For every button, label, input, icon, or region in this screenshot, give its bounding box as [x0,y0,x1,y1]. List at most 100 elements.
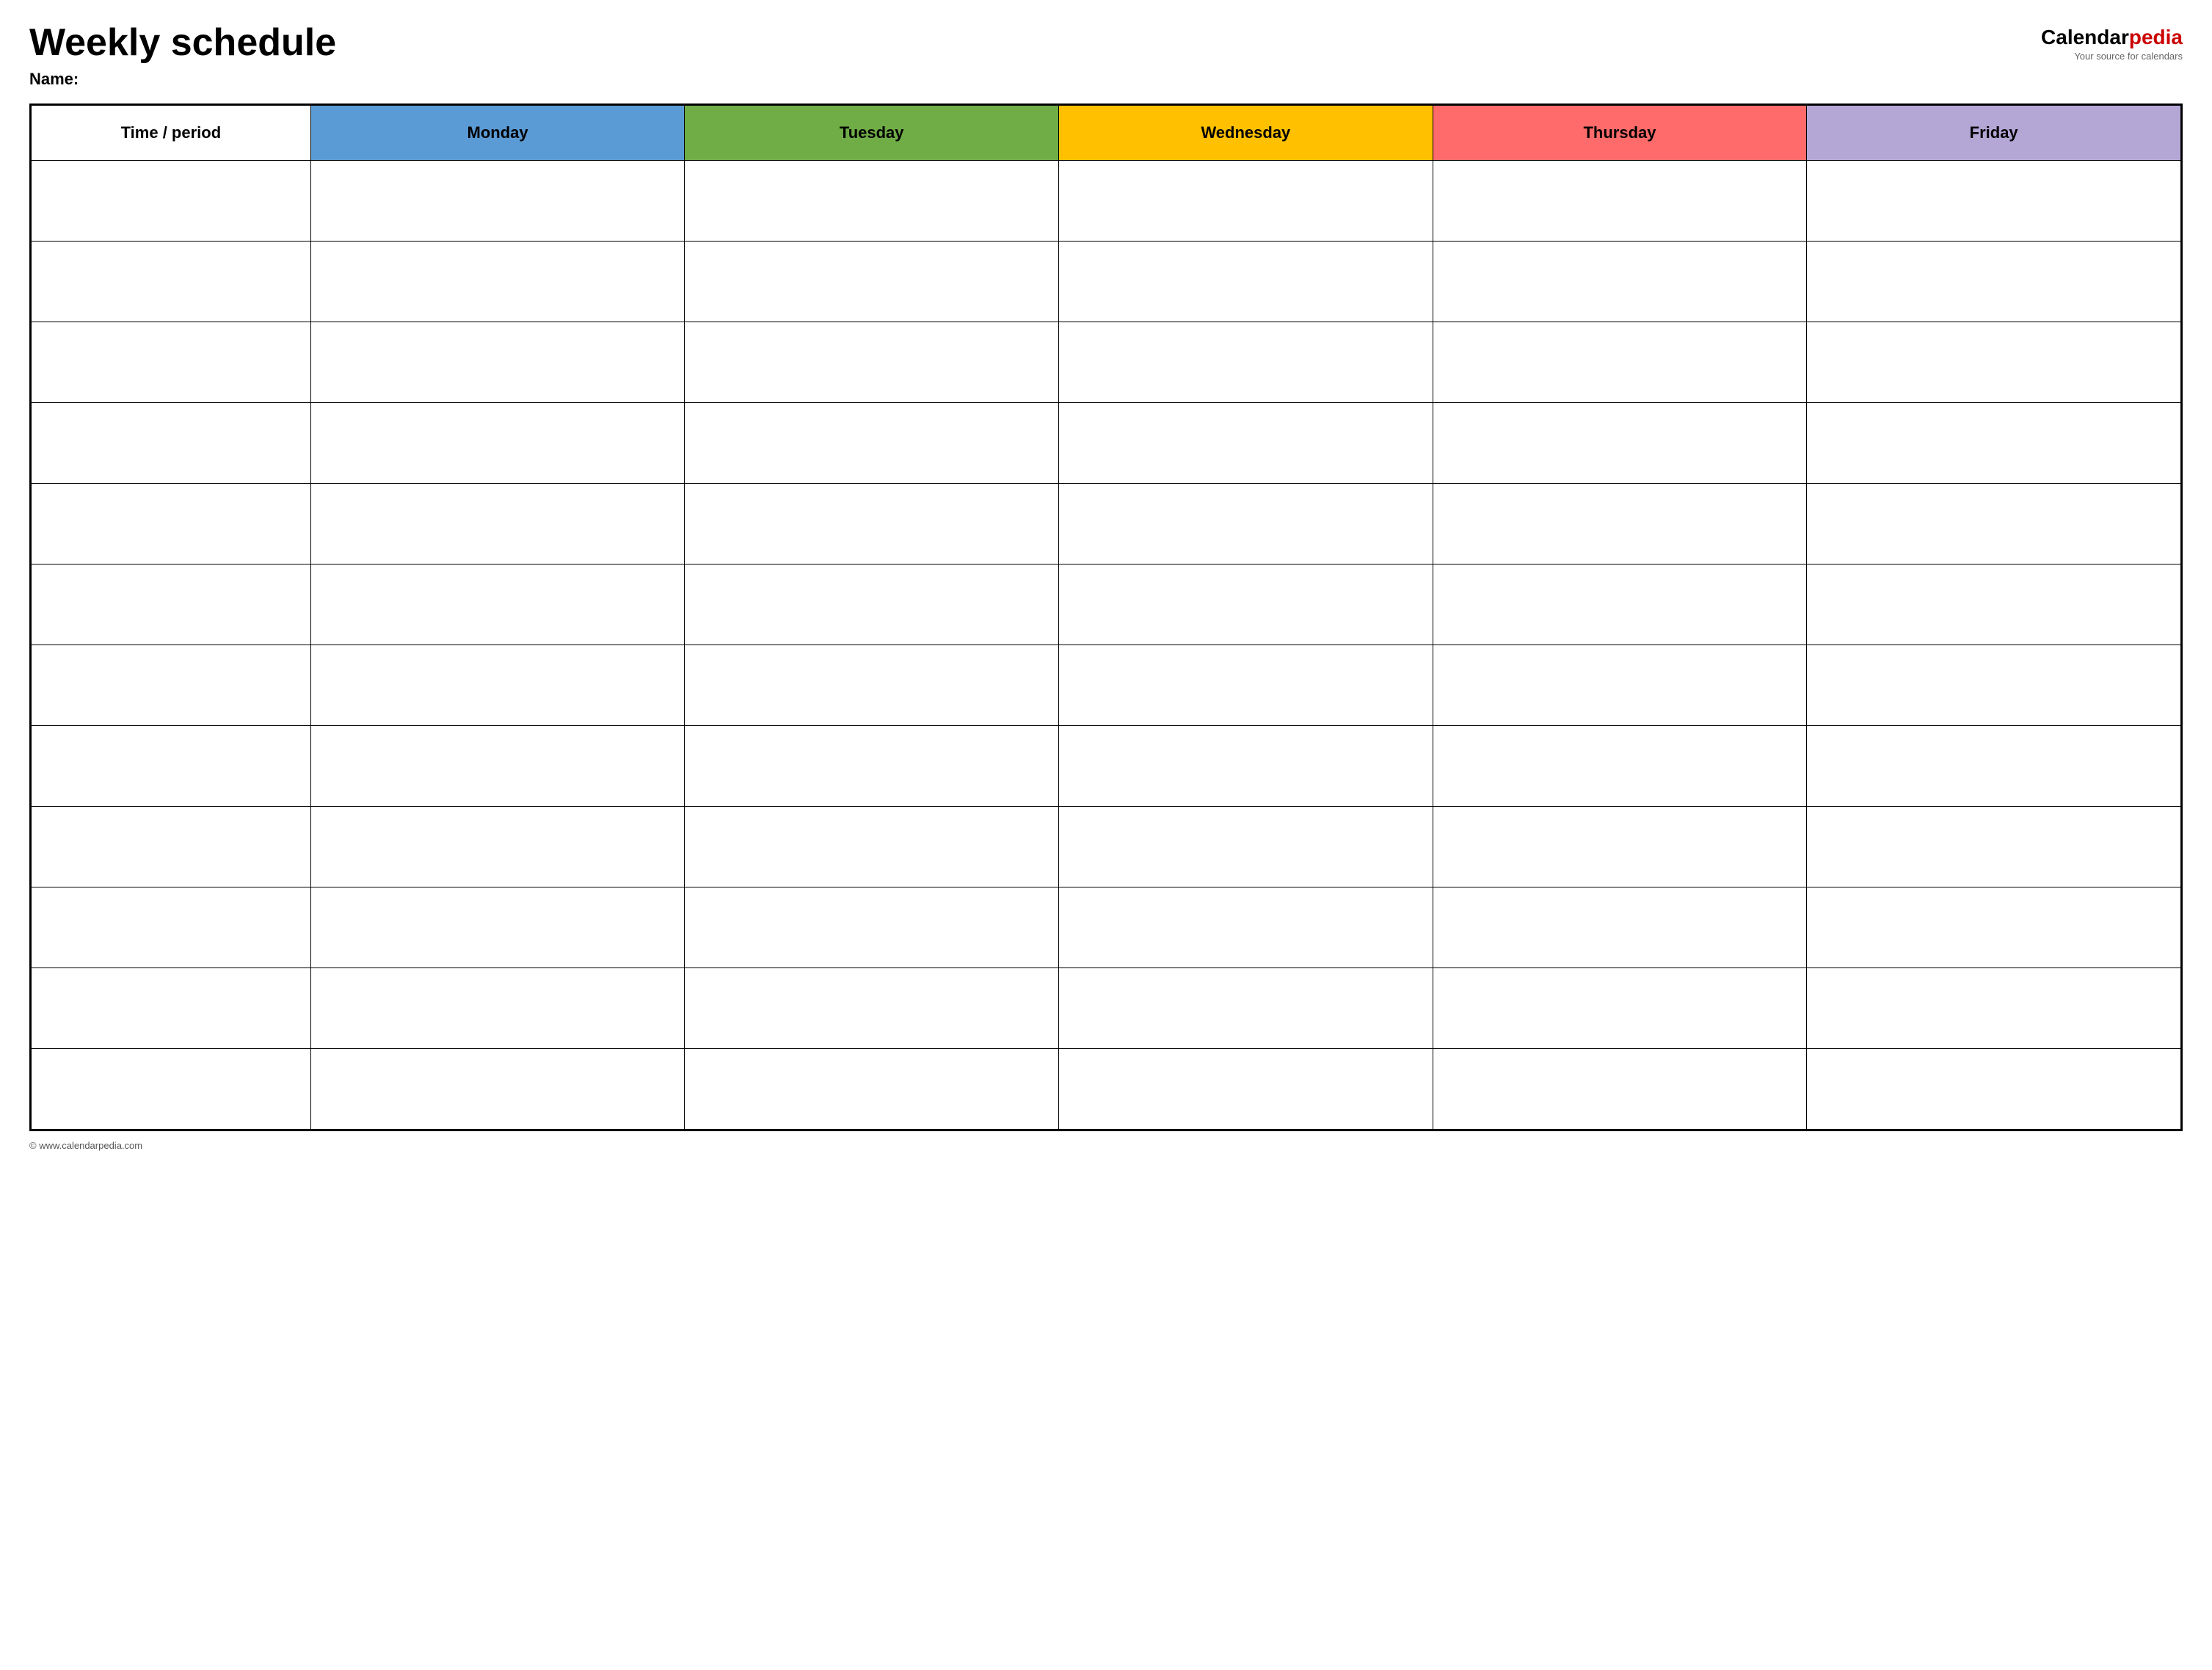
schedule-cell[interactable] [1433,726,1807,807]
schedule-cell[interactable] [1807,242,2181,322]
schedule-cell[interactable] [1433,484,1807,564]
schedule-cell[interactable] [1059,1049,1433,1130]
schedule-cell[interactable] [1059,887,1433,968]
schedule-cell[interactable] [1059,242,1433,322]
table-row [32,887,2181,968]
schedule-cell[interactable] [310,564,685,645]
schedule-cell[interactable] [685,484,1059,564]
logo-calendar: Calendar [2041,26,2129,48]
logo-section: Calendarpedia Your source for calendars [2041,22,2183,62]
schedule-cell[interactable] [1433,1049,1807,1130]
schedule-cell[interactable] [310,242,685,322]
table-row [32,726,2181,807]
logo-pedia: pedia [2129,26,2183,48]
time-cell[interactable] [32,1049,311,1130]
table-row [32,484,2181,564]
schedule-cell[interactable] [310,807,685,887]
schedule-cell[interactable] [310,484,685,564]
schedule-cell[interactable] [1807,322,2181,403]
schedule-cell[interactable] [685,564,1059,645]
schedule-cell[interactable] [1807,807,2181,887]
schedule-cell[interactable] [1807,1049,2181,1130]
time-cell[interactable] [32,807,311,887]
schedule-cell[interactable] [1433,322,1807,403]
schedule-cell[interactable] [1433,645,1807,726]
schedule-cell[interactable] [310,726,685,807]
logo-text: Calendarpedia [2041,26,2183,49]
schedule-cell[interactable] [1433,807,1807,887]
schedule-cell[interactable] [1059,161,1433,242]
schedule-cell[interactable] [1807,726,2181,807]
schedule-cell[interactable] [1807,484,2181,564]
schedule-cell[interactable] [1059,322,1433,403]
schedule-cell[interactable] [685,1049,1059,1130]
schedule-cell[interactable] [1059,564,1433,645]
schedule-cell[interactable] [1059,968,1433,1049]
col-header-time: Time / period [32,106,311,161]
schedule-cell[interactable] [1059,484,1433,564]
schedule-cell[interactable] [310,161,685,242]
schedule-cell[interactable] [1059,403,1433,484]
schedule-cell[interactable] [1807,564,2181,645]
col-header-wednesday: Wednesday [1059,106,1433,161]
schedule-body [32,161,2181,1130]
col-header-friday: Friday [1807,106,2181,161]
schedule-cell[interactable] [1059,645,1433,726]
schedule-cell[interactable] [1807,887,2181,968]
time-cell[interactable] [32,242,311,322]
footer: © www.calendarpedia.com [29,1140,2183,1151]
schedule-cell[interactable] [310,968,685,1049]
time-cell[interactable] [32,887,311,968]
schedule-table: Time / period Monday Tuesday Wednesday T… [31,105,2181,1130]
schedule-cell[interactable] [1433,242,1807,322]
schedule-cell[interactable] [685,161,1059,242]
schedule-cell[interactable] [685,242,1059,322]
schedule-cell[interactable] [310,403,685,484]
schedule-cell[interactable] [310,1049,685,1130]
schedule-cell[interactable] [1807,645,2181,726]
table-row [32,242,2181,322]
time-cell[interactable] [32,322,311,403]
logo-tagline: Your source for calendars [2074,51,2183,62]
schedule-cell[interactable] [310,322,685,403]
time-cell[interactable] [32,645,311,726]
schedule-cell[interactable] [1807,968,2181,1049]
schedule-cell[interactable] [685,807,1059,887]
schedule-cell[interactable] [685,887,1059,968]
footer-url: © www.calendarpedia.com [29,1140,142,1151]
table-row [32,807,2181,887]
schedule-cell[interactable] [1433,968,1807,1049]
schedule-cell[interactable] [1807,403,2181,484]
time-cell[interactable] [32,161,311,242]
schedule-cell[interactable] [1433,887,1807,968]
schedule-cell[interactable] [1059,726,1433,807]
schedule-cell[interactable] [310,645,685,726]
schedule-cell[interactable] [1807,161,2181,242]
table-row [32,403,2181,484]
schedule-cell[interactable] [685,645,1059,726]
schedule-cell[interactable] [1433,161,1807,242]
table-row [32,564,2181,645]
schedule-cell[interactable] [685,968,1059,1049]
table-row [32,322,2181,403]
time-cell[interactable] [32,564,311,645]
time-cell[interactable] [32,484,311,564]
header-row: Time / period Monday Tuesday Wednesday T… [32,106,2181,161]
table-row [32,161,2181,242]
schedule-cell[interactable] [685,403,1059,484]
table-row [32,1049,2181,1130]
schedule-table-wrapper: Time / period Monday Tuesday Wednesday T… [29,104,2183,1131]
page-header: Weekly schedule Name: Calendarpedia Your… [29,22,2183,89]
col-header-monday: Monday [310,106,685,161]
schedule-cell[interactable] [685,322,1059,403]
time-cell[interactable] [32,968,311,1049]
schedule-cell[interactable] [1059,807,1433,887]
time-cell[interactable] [32,726,311,807]
schedule-cell[interactable] [310,887,685,968]
schedule-cell[interactable] [1433,564,1807,645]
table-row [32,645,2181,726]
time-cell[interactable] [32,403,311,484]
page-title: Weekly schedule [29,22,336,64]
schedule-cell[interactable] [685,726,1059,807]
schedule-cell[interactable] [1433,403,1807,484]
